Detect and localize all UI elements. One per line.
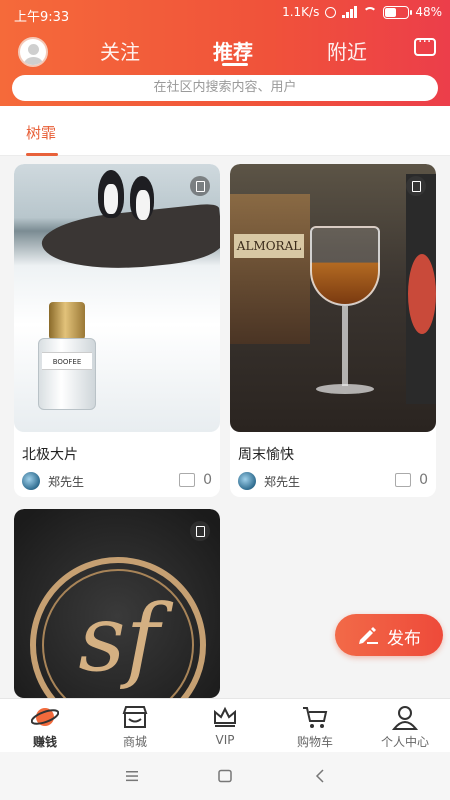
wifi-icon [363,7,378,17]
author-name[interactable]: 郑先生 [264,473,300,490]
cart-icon [303,707,328,728]
nav-mall[interactable]: 商城 [90,699,180,753]
bottle-shape [406,174,436,404]
thumbs-up-icon [395,473,412,487]
penguin-shape [130,176,154,220]
status-bar: 上午9:33 1.1K/s 48% [0,0,450,30]
battery-level: 48% [415,5,442,19]
post-title: 北极大片 [22,447,78,463]
search-input[interactable]: 在社区内搜索内容、用户 [12,75,438,101]
nav-label: VIP [215,733,235,747]
author-avatar[interactable] [238,472,256,490]
like-button[interactable]: 0 [179,472,212,488]
store-icon [122,706,148,728]
bottle-label: BOOFEE [42,352,92,370]
thumbs-up-icon [179,473,196,487]
post-card[interactable]: sf [14,509,220,698]
home-icon[interactable] [217,769,233,783]
menu-icon[interactable] [124,769,140,783]
post-meta: 郑先生 0 [238,472,428,492]
nav-label: 个人中心 [380,735,429,749]
nav-profile[interactable]: 个人中心 [360,699,450,753]
logo-monogram: sf [78,585,160,692]
tab-nearby[interactable]: 附近 [327,36,367,65]
battery-icon [383,5,413,19]
nav-label: 赚钱 [32,735,57,749]
post-card[interactable]: BOOFEE 北极大片 郑先生 0 [14,164,220,497]
alarm-icon [325,6,337,18]
user-icon [391,706,419,730]
post-meta: 郑先生 0 [22,472,212,492]
pencil-icon [359,627,378,644]
author-name[interactable]: 郑先生 [48,473,84,490]
status-right: 1.1K/s 48% [282,5,442,19]
like-count: 0 [419,472,428,488]
crown-icon [214,706,236,727]
status-time: 上午9:33 [14,10,70,25]
category-tab-indicator [26,153,58,156]
penguin-shape [98,170,124,218]
post-card[interactable]: ALMORAL 周末愉快 郑先生 0 [230,164,436,497]
whisky-box-shape: ALMORAL [230,194,310,344]
tab-recommend[interactable]: 推荐 [213,36,253,65]
nav-earn[interactable]: 赚钱 [0,699,90,753]
nav-label: 购物车 [296,735,333,749]
active-tab-indicator [222,63,248,66]
document-icon [190,176,210,196]
glass-foot-shape [316,384,374,394]
post-image[interactable]: sf [14,509,220,698]
category-tab-shufei[interactable]: 树霏 [26,122,56,143]
document-icon [190,521,210,541]
signal-icon [342,6,358,18]
network-speed: 1.1K/s [282,5,320,19]
post-title: 周末愉快 [238,447,294,463]
whisky-box-label: ALMORAL [234,234,304,258]
publish-button[interactable]: 发布 [335,614,443,656]
like-button[interactable]: 0 [395,472,428,488]
post-image[interactable]: ALMORAL [230,164,436,432]
nav-label: 商城 [122,735,147,749]
post-image[interactable]: BOOFEE [14,164,220,432]
glass-stem-shape [342,306,348,386]
bottle-shape: BOOFEE [38,302,96,410]
publish-label: 发布 [387,629,421,649]
planet-icon [31,708,59,726]
message-icon[interactable] [414,34,436,56]
bottom-nav: 赚钱 商城 VIP 购物车 个人中心 [0,698,450,752]
system-nav-bar [0,752,450,800]
nav-cart[interactable]: 购物车 [270,699,360,753]
top-header: 上午9:33 1.1K/s 48% 关注 推荐 附近 在社区内搜索内容、用户 [0,0,450,106]
nav-vip[interactable]: VIP [180,699,270,753]
like-count: 0 [203,472,212,488]
wine-glass-shape [310,226,380,306]
rock-shape [39,202,220,278]
document-icon [406,176,426,196]
tab-follow[interactable]: 关注 [100,36,140,65]
category-tabs: 树霏 [0,106,450,156]
back-icon[interactable] [312,769,328,783]
author-avatar[interactable] [22,472,40,490]
